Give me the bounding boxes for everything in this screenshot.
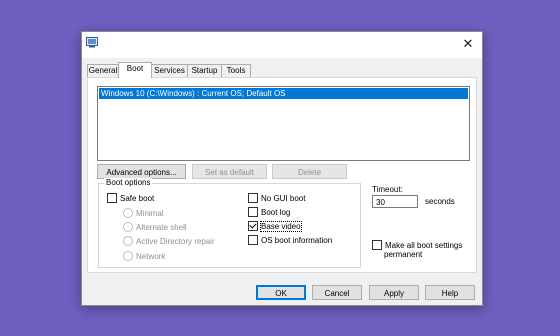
timeout-label: Timeout: bbox=[372, 185, 403, 194]
timeout-unit-label: seconds bbox=[425, 197, 455, 206]
safe-boot-label: Safe boot bbox=[120, 194, 155, 203]
boot-options-title: Boot options bbox=[104, 178, 153, 187]
boot-entries-list[interactable]: Windows 10 (C:\Windows) : Current OS; De… bbox=[97, 86, 470, 161]
tab-boot[interactable]: Boot bbox=[118, 62, 152, 78]
tab-startup[interactable]: Startup bbox=[187, 64, 222, 77]
boot-log-label: Boot log bbox=[261, 208, 291, 217]
safe-boot-checkbox[interactable] bbox=[107, 192, 117, 203]
os-boot-information-checkbox[interactable] bbox=[248, 234, 258, 245]
system-configuration-icon bbox=[86, 37, 98, 48]
minimal-radio[interactable] bbox=[123, 207, 133, 218]
delete-button[interactable]: Delete bbox=[272, 164, 347, 179]
close-icon[interactable]: ✕ bbox=[460, 35, 476, 53]
os-boot-information-label: OS boot information bbox=[261, 236, 333, 245]
ad-repair-radio[interactable] bbox=[123, 235, 133, 246]
system-configuration-dialog: ✕ General Boot Services Startup Tools Wi… bbox=[81, 31, 483, 306]
tab-services[interactable]: Services bbox=[151, 64, 188, 77]
make-permanent-label-line2: permanent bbox=[384, 250, 423, 259]
boot-log-checkbox[interactable] bbox=[248, 206, 258, 217]
base-video-checkbox[interactable] bbox=[248, 220, 258, 231]
no-gui-boot-option[interactable]: No GUI boot bbox=[248, 192, 306, 204]
boot-entry-item[interactable]: Windows 10 (C:\Windows) : Current OS; De… bbox=[99, 88, 468, 99]
make-permanent-label-line1: Make all boot settings bbox=[385, 241, 463, 250]
no-gui-boot-checkbox[interactable] bbox=[248, 192, 258, 203]
ok-button[interactable]: OK bbox=[256, 285, 306, 300]
boot-tab-panel: Windows 10 (C:\Windows) : Current OS; De… bbox=[87, 77, 477, 273]
tab-tools[interactable]: Tools bbox=[221, 64, 251, 77]
alternate-shell-label: Alternate shell bbox=[136, 223, 187, 232]
make-permanent-checkbox[interactable] bbox=[372, 239, 382, 250]
cancel-button[interactable]: Cancel bbox=[312, 285, 362, 300]
title-bar: ✕ bbox=[82, 32, 482, 58]
network-label: Network bbox=[136, 252, 166, 261]
set-as-default-button[interactable]: Set as default bbox=[192, 164, 267, 179]
boot-options-group: Boot options Safe boot Minimal Alternate… bbox=[98, 178, 361, 268]
tab-general[interactable]: General bbox=[87, 64, 119, 77]
help-button[interactable]: Help bbox=[425, 285, 475, 300]
os-boot-information-option[interactable]: OS boot information bbox=[248, 234, 333, 246]
timeout-input[interactable]: 30 bbox=[372, 195, 418, 208]
safe-boot-option[interactable]: Safe boot bbox=[107, 192, 155, 204]
base-video-option[interactable]: Base video bbox=[248, 220, 302, 232]
boot-log-option[interactable]: Boot log bbox=[248, 206, 291, 218]
no-gui-boot-label: No GUI boot bbox=[261, 194, 306, 203]
minimal-label: Minimal bbox=[136, 209, 164, 218]
apply-button[interactable]: Apply bbox=[369, 285, 419, 300]
alternate-shell-radio[interactable] bbox=[123, 221, 133, 232]
minimal-option[interactable]: Minimal bbox=[123, 207, 164, 219]
network-radio[interactable] bbox=[123, 250, 133, 261]
base-video-label: Base video bbox=[260, 221, 302, 232]
ad-repair-option[interactable]: Active Directory repair bbox=[123, 235, 215, 247]
ad-repair-label: Active Directory repair bbox=[136, 237, 215, 246]
advanced-options-button[interactable]: Advanced options... bbox=[97, 164, 186, 179]
alternate-shell-option[interactable]: Alternate shell bbox=[123, 221, 187, 233]
network-option[interactable]: Network bbox=[123, 250, 166, 262]
